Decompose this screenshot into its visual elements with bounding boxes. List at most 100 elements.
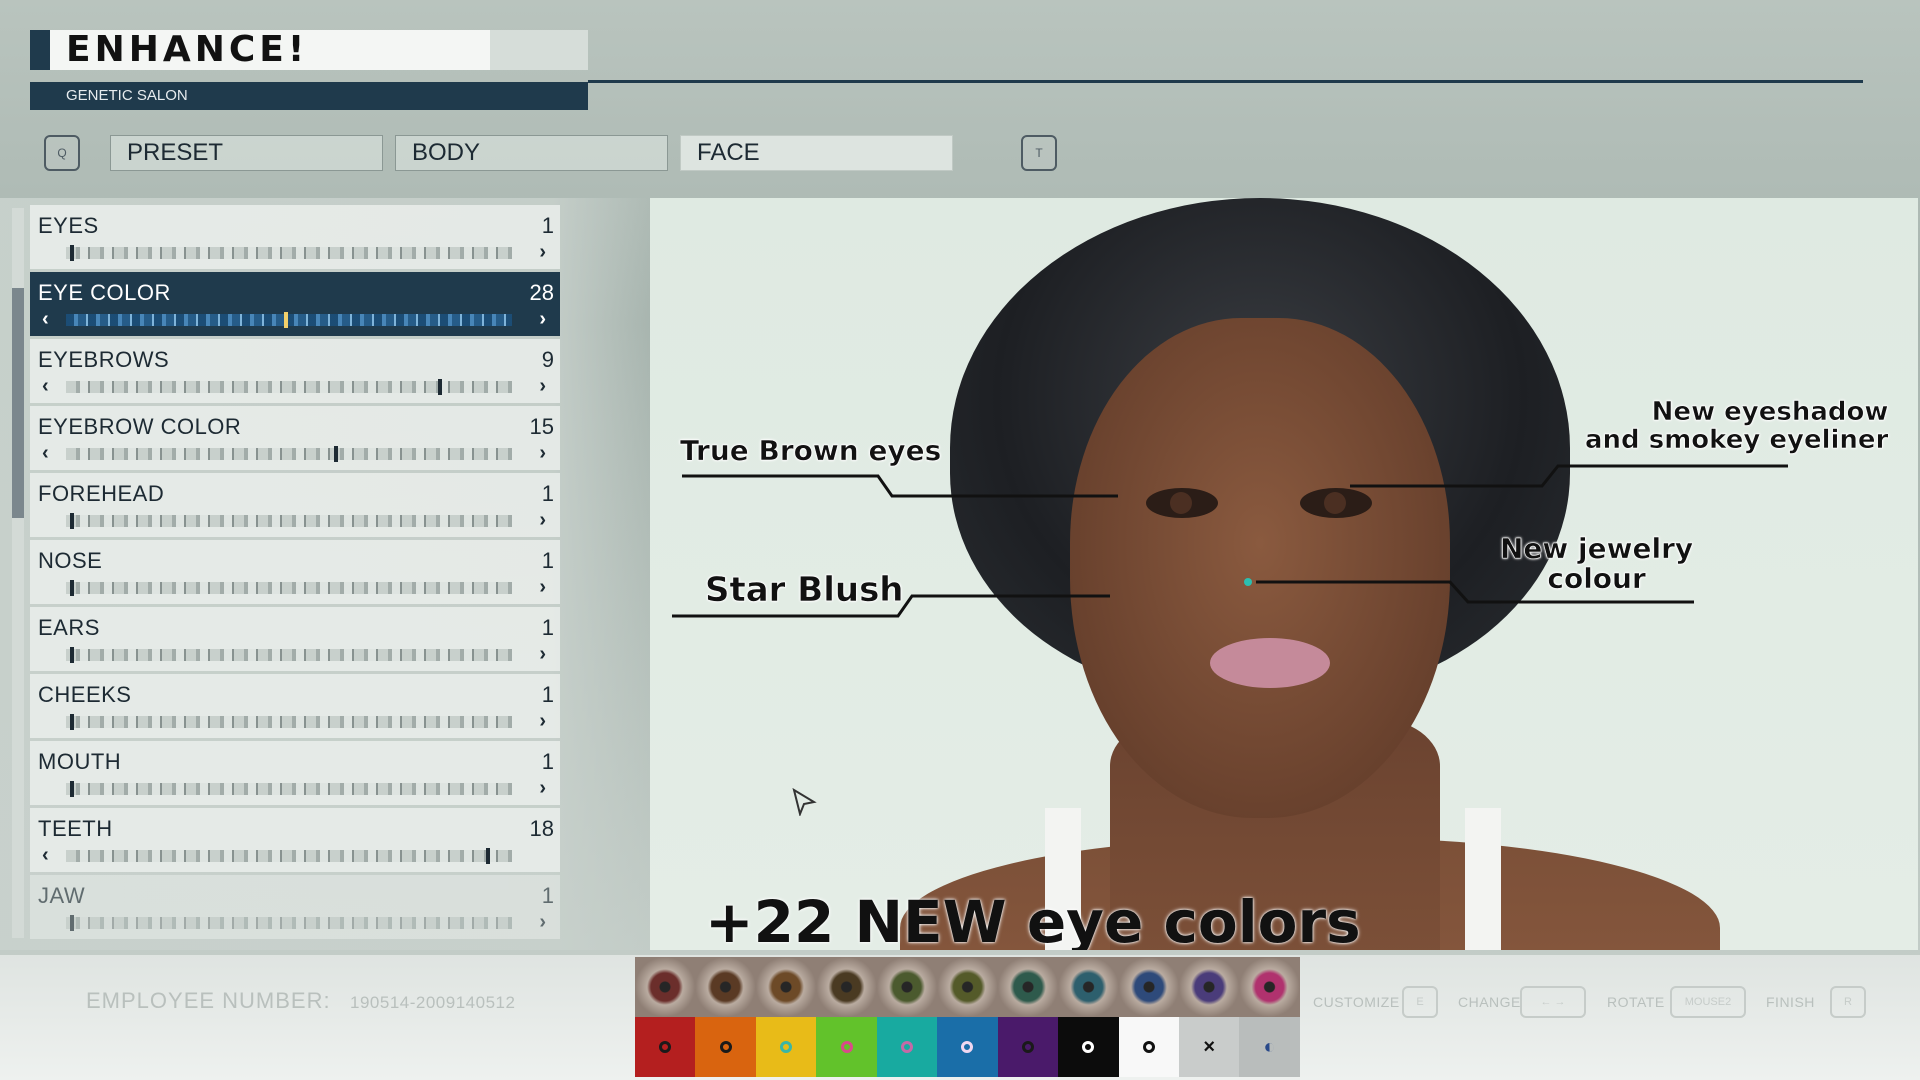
chevron-right-icon[interactable]: › xyxy=(539,375,546,398)
mouse-cursor-icon xyxy=(792,788,817,816)
employee-number-value: 190514-2009140512 xyxy=(350,993,516,1012)
slider-marker[interactable] xyxy=(70,580,74,596)
character-preview[interactable]: True Brown eyes New eyeshadow and smokey… xyxy=(650,198,1918,950)
slider-jaw[interactable]: JAW 1 › xyxy=(30,875,560,939)
color-swatch-5[interactable] xyxy=(937,1017,998,1077)
swatch-ring-icon xyxy=(1082,1041,1095,1053)
slider-teeth[interactable]: TEETH 18 ‹ xyxy=(30,808,560,872)
slider-track[interactable] xyxy=(66,850,512,862)
slider-marker[interactable] xyxy=(334,446,338,462)
swatch-ring-icon xyxy=(1142,1041,1155,1053)
slider-label: EARS xyxy=(38,615,100,640)
swatch-ring-icon xyxy=(900,1041,913,1053)
slider-track[interactable] xyxy=(66,314,512,326)
scrollbar-thumb[interactable] xyxy=(12,288,24,518)
eye-swatch-7[interactable] xyxy=(1058,957,1119,1017)
tab-preset[interactable]: PRESET xyxy=(110,135,383,171)
eye-swatch-8[interactable] xyxy=(1118,957,1179,1017)
color-swatch-9[interactable]: × xyxy=(1178,1017,1240,1077)
tab-face[interactable]: FACE xyxy=(680,135,953,171)
slider-eyebrows[interactable]: EYEBROWS 9 ‹ › xyxy=(30,339,560,403)
slider-label: TEETH xyxy=(38,816,113,841)
slider-ears[interactable]: EARS 1 › xyxy=(30,607,560,671)
eye-swatch-5[interactable] xyxy=(937,957,998,1017)
hint-finish-label: FINISH xyxy=(1766,994,1815,1010)
color-swatch-6[interactable] xyxy=(997,1017,1059,1077)
slider-track[interactable] xyxy=(66,582,512,594)
slider-track[interactable] xyxy=(66,448,512,460)
color-swatch-1[interactable] xyxy=(695,1017,756,1077)
slider-marker[interactable] xyxy=(70,714,74,730)
color-swatch-7[interactable] xyxy=(1058,1017,1119,1077)
eye-swatch-4[interactable] xyxy=(876,957,938,1017)
slider-forehead[interactable]: FOREHEAD 1 › xyxy=(30,473,560,537)
swatch-ring-icon xyxy=(1021,1041,1034,1053)
hint-rotate-key[interactable]: MOUSE2 xyxy=(1670,986,1746,1018)
hint-change-key[interactable]: ← → xyxy=(1520,986,1586,1018)
swatch-ring-icon xyxy=(659,1041,672,1053)
color-swatch-8[interactable] xyxy=(1118,1017,1179,1077)
color-swatch-0[interactable] xyxy=(635,1017,696,1077)
eye-swatch-6[interactable] xyxy=(997,957,1059,1017)
slider-track[interactable] xyxy=(66,649,512,661)
chevron-right-icon[interactable]: › xyxy=(539,509,546,532)
chevron-left-icon[interactable]: ‹ xyxy=(42,308,49,331)
chevron-right-icon[interactable]: › xyxy=(539,643,546,666)
chevron-right-icon[interactable]: › xyxy=(539,308,546,331)
slider-eyebrow-color[interactable]: EYEBROW COLOR 15 ‹ › xyxy=(30,406,560,470)
chevron-left-icon[interactable]: ‹ xyxy=(42,844,49,867)
slider-marker[interactable] xyxy=(70,245,74,261)
eye-swatch-1[interactable] xyxy=(695,957,756,1017)
eye-swatch-2[interactable] xyxy=(755,957,817,1017)
slider-marker[interactable] xyxy=(70,915,74,931)
slider-marker[interactable] xyxy=(284,312,288,328)
slider-value: 18 xyxy=(529,816,554,841)
slider-label: EYE COLOR xyxy=(38,280,171,305)
slider-marker[interactable] xyxy=(438,379,442,395)
slider-eyes[interactable]: EYES 1 › xyxy=(30,205,560,269)
eye-swatch-9[interactable] xyxy=(1178,957,1240,1017)
logo-accent xyxy=(30,30,50,70)
slider-track[interactable] xyxy=(66,247,512,259)
logo-tail xyxy=(490,30,588,70)
swatch-ring-icon xyxy=(780,1041,793,1053)
chevron-right-icon[interactable]: › xyxy=(539,777,546,800)
slider-marker[interactable] xyxy=(70,647,74,663)
slider-marker[interactable] xyxy=(70,513,74,529)
hint-customize-key[interactable]: E xyxy=(1402,986,1438,1018)
slider-mouth[interactable]: MOUTH 1 › xyxy=(30,741,560,805)
chevron-right-icon[interactable]: › xyxy=(539,442,546,465)
chevron-right-icon[interactable]: › xyxy=(539,911,546,934)
next-tab-key[interactable]: T xyxy=(1021,135,1057,171)
slider-track[interactable] xyxy=(66,917,512,929)
chevron-right-icon[interactable]: › xyxy=(539,241,546,264)
chevron-right-icon[interactable]: › xyxy=(539,710,546,733)
chevron-left-icon[interactable]: ‹ xyxy=(42,442,49,465)
eye-swatch-10[interactable] xyxy=(1239,957,1300,1017)
color-swatch-10[interactable]: ◐ xyxy=(1239,1017,1300,1077)
annotation-jewelry-line2: colour xyxy=(1547,562,1646,595)
slider-track[interactable] xyxy=(66,381,512,393)
color-swatch-4[interactable] xyxy=(876,1017,938,1077)
color-swatch-2[interactable] xyxy=(755,1017,817,1077)
chevron-left-icon[interactable]: ‹ xyxy=(42,375,49,398)
slider-track[interactable] xyxy=(66,515,512,527)
color-swatch-3[interactable] xyxy=(816,1017,877,1077)
slider-track[interactable] xyxy=(66,716,512,728)
slider-cheeks[interactable]: CHEEKS 1 › xyxy=(30,674,560,738)
eye-swatch-0[interactable] xyxy=(635,957,696,1017)
slider-value: 9 xyxy=(541,347,554,372)
slider-track[interactable] xyxy=(66,783,512,795)
hint-finish-key[interactable]: R xyxy=(1830,986,1866,1018)
slider-value: 15 xyxy=(529,414,554,439)
slider-label: EYES xyxy=(38,213,99,238)
slider-eye-color[interactable]: EYE COLOR 28 ‹ › xyxy=(30,272,560,336)
slider-marker[interactable] xyxy=(486,848,490,864)
chevron-right-icon[interactable]: › xyxy=(539,576,546,599)
eye-colors-caption: +22 NEW eye colors xyxy=(705,888,1361,950)
slider-marker[interactable] xyxy=(70,781,74,797)
prev-tab-key[interactable]: Q xyxy=(44,135,80,171)
tab-body[interactable]: BODY xyxy=(395,135,668,171)
slider-nose[interactable]: NOSE 1 › xyxy=(30,540,560,604)
eye-swatch-3[interactable] xyxy=(816,957,877,1017)
